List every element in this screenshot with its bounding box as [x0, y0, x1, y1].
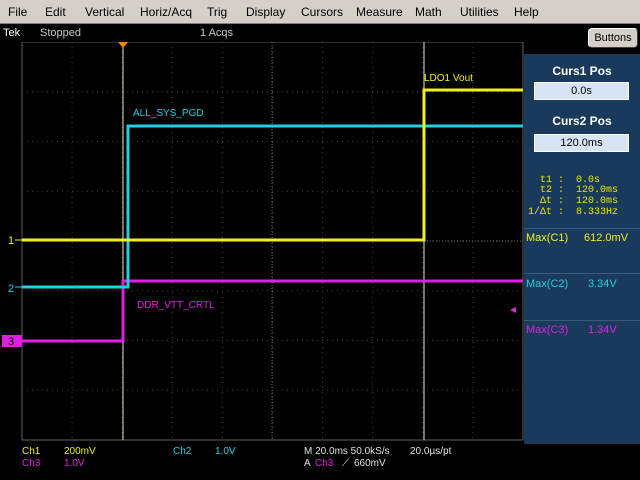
meas1-value: 612.0mV	[584, 232, 629, 244]
ch1-trace-label: LDO1 Vout	[424, 73, 473, 84]
readout-freq-label: 1/Δt :	[527, 207, 564, 218]
cursor-panel: Curs1 Pos 0.0s Curs2 Pos 120.0ms	[524, 54, 640, 444]
curs2-position-field[interactable]: 120.0ms	[534, 134, 629, 152]
readout-dt-value: 120.0ms	[576, 196, 619, 207]
status-bar: Tek Stopped 1 Acqs	[0, 24, 640, 42]
menu-utilities[interactable]: Utilities	[460, 5, 499, 19]
trigger-slope-icon: ⟋	[342, 458, 349, 469]
menu-vertical[interactable]: Vertical	[85, 5, 124, 19]
readout-dt-label: Δt :	[539, 196, 564, 207]
menu-edit[interactable]: Edit	[45, 5, 66, 19]
curs2-title: Curs2 Pos	[552, 114, 612, 128]
ch2-name[interactable]: Ch2	[173, 446, 191, 457]
trigger-channel[interactable]: Ch3	[315, 458, 333, 469]
curs1-position-field[interactable]: 0.0s	[534, 82, 629, 100]
resolution: 20.0µs/pt	[410, 446, 452, 457]
menu-horiz-acq[interactable]: Horiz/Acq	[140, 5, 192, 19]
meas1-label: Max(C1)	[526, 232, 569, 244]
curs1-title: Curs1 Pos	[552, 64, 612, 78]
brand-label: Tek	[3, 27, 21, 39]
trigger-prefix: A	[304, 458, 311, 469]
menu-display[interactable]: Display	[246, 5, 285, 19]
ch2-scale[interactable]: 1.0V	[215, 446, 236, 457]
ch2-trace-label: ALL_SYS_PGD	[133, 108, 204, 119]
readout-t2-value: 120.0ms	[576, 185, 619, 196]
menu-help[interactable]: Help	[514, 5, 539, 19]
meas2-value: 3.34V	[588, 278, 617, 290]
ch2-marker[interactable]: 2	[8, 283, 14, 295]
meas2-label: Max(C2)	[526, 278, 569, 290]
menu-bar: File Edit Vertical Horiz/Acq Trig Displa…	[0, 0, 640, 24]
ch1-marker[interactable]: 1	[8, 235, 14, 247]
readout-t2-label: t2 :	[539, 185, 564, 196]
ch3-trace-label: DDR_VTT_CRTL	[137, 300, 215, 311]
acquisition-count: 1 Acqs	[200, 27, 234, 39]
ch3-scale[interactable]: 1.0V	[64, 458, 85, 469]
buttons-button[interactable]: Buttons	[588, 28, 638, 48]
trigger-level[interactable]: 660mV	[354, 458, 386, 469]
menu-file[interactable]: File	[8, 5, 27, 19]
ch1-name[interactable]: Ch1	[22, 446, 40, 457]
ch3-name[interactable]: Ch3	[22, 458, 40, 469]
readout-freq-value: 8.333Hz	[576, 207, 619, 218]
acquisition-state: Stopped	[40, 27, 81, 39]
menu-measure[interactable]: Measure	[356, 5, 403, 19]
ch3-marker[interactable]: 3	[8, 336, 14, 348]
timebase[interactable]: M 20.0ms 50.0kS/s	[304, 446, 390, 457]
menu-trig[interactable]: Trig	[207, 5, 227, 19]
meas3-value: 1.34V	[588, 324, 617, 336]
menu-cursors[interactable]: Cursors	[301, 5, 343, 19]
waveform-display[interactable]: LDO1 Vout ALL_SYS_PGD DDR_VTT_CRTL 1 2 3	[0, 42, 524, 444]
meas3-label: Max(C3)	[526, 324, 569, 336]
settings-bar: Ch1 200mV Ch3 1.0V Ch2 1.0V M 20.0ms 50.…	[0, 444, 640, 480]
ch1-scale[interactable]: 200mV	[64, 446, 96, 457]
menu-math[interactable]: Math	[415, 5, 442, 19]
